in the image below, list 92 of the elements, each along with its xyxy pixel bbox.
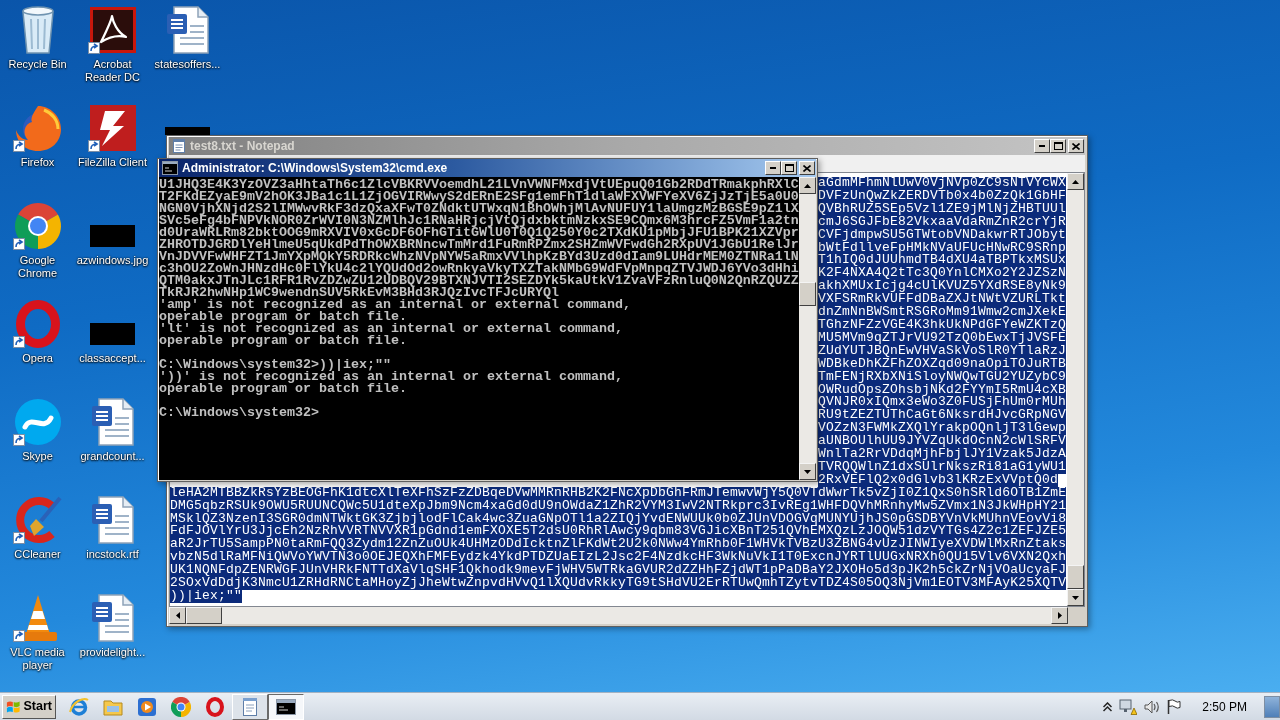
wheel-icon[interactable] — [171, 696, 191, 717]
show-desktop-button[interactable] — [1264, 695, 1280, 718]
console-line: operable program or batch file. — [159, 383, 407, 395]
left-arrow-icon — [175, 612, 180, 619]
start-button[interactable]: Start — [2, 694, 56, 719]
icon-label[interactable]: statesoffers... — [154, 58, 221, 71]
clock[interactable]: 2:50 PM — [1202, 697, 1247, 716]
icon-label[interactable]: Skype — [22, 450, 53, 463]
icon-label[interactable]: providelight... — [79, 646, 146, 659]
maximize-button[interactable] — [781, 161, 797, 175]
wheel-icon[interactable] — [13, 202, 62, 250]
console-line: TkRJR2hwNHp1WC9wendnSUV5RkEvM3BHd3RJQzIvcTFJcURYQl — [159, 287, 559, 299]
image-thumbnail[interactable] — [90, 323, 135, 345]
console-line: C:\Windows\system32> — [159, 407, 319, 419]
icon-label[interactable]: Opera — [22, 352, 53, 365]
icon-label[interactable]: FileZilla Client — [77, 156, 148, 169]
console-line: U1JHQ3E4K3YzOVZ3aHhtaTh6c1ZlcVBKRVVoemdhL21LVnVWNFMxdjVtUEpuQ01Gb2RDdTRmakphRXlC — [159, 179, 799, 191]
window-title: Administrator: C:\Windows\System32\cmd.exe — [182, 161, 448, 175]
scroll-up-button[interactable] — [799, 177, 816, 194]
ring-swoosh-icon[interactable] — [69, 696, 89, 717]
console-line: C:\Windows\system32>))|iex;"" — [159, 359, 391, 371]
image-thumbnail[interactable] — [165, 127, 210, 135]
icon-label[interactable]: grandcount... — [80, 450, 145, 463]
scroll-thumb[interactable] — [799, 282, 816, 306]
flag-icon[interactable] — [1167, 699, 1182, 714]
terminal-icon[interactable] — [276, 696, 296, 717]
up-arrow-icon — [804, 183, 811, 188]
icon-label[interactable]: azwindows.jpg — [76, 254, 149, 267]
icon-label[interactable]: Firefox — [20, 156, 55, 169]
up-arrow-icon — [1072, 179, 1079, 184]
console-line: 'amp' is not recognized as an internal or external command, — [159, 299, 631, 311]
console-line: VnJDVVFwWHFZT1JmYXpMQkY5RDRkcWhzNVpNYW5aRmxVVlhpKzBYd3Uzd0dIam9LUHdrMEM0ZTNRa1lN — [159, 251, 799, 263]
lightning-tile-icon[interactable] — [88, 104, 137, 152]
scroll-right-button[interactable] — [1051, 607, 1068, 624]
icon-label[interactable]: Recycle Bin — [8, 58, 67, 71]
close-button[interactable] — [1068, 139, 1084, 153]
close-icon — [803, 164, 811, 172]
icon-label[interactable]: Acrobat Reader DC — [75, 58, 150, 84]
scroll-down-button[interactable] — [799, 463, 816, 480]
window-title: test8.txt - Notepad — [190, 139, 295, 153]
scroll-thumb[interactable] — [186, 607, 222, 624]
console-line: c3hOU2ZoWnJHNzdHc0FlYkU4c2lYQUdOd2owRnkyaVkyTXZTakNMbG9WdFVpMnpqZTVJWDJ6YVo3dHhi — [159, 263, 799, 275]
scroll-up-button[interactable] — [1067, 173, 1084, 190]
scroll-left-button[interactable] — [169, 607, 186, 624]
console-line: QTM0akxJTnJLc1RFR1RvZDZwZU12UDBQV29BTXNJVTI2SEZDYk5kaUtkV1ZvaVFzRnluQ0N2QnRZQUZZ — [159, 275, 799, 287]
icon-label[interactable]: classaccept... — [79, 352, 146, 365]
console-line: SVc5eFg4bFNPVkNOR0ZrWVI0N3NZMlhJc1RNaHRjcjVtQjdxbktmNzkxSE9CQmx6M3hrcFZ5VmF1a2tn — [159, 215, 799, 227]
console-line: T2FKdEZyaE9mV2hOK3JBa1c1L1ZjOGVIRWwyS2dERnE2SFg1emFhT1dlaWFXVWFYeXV6ZjJzTjE5a0U0 — [159, 191, 799, 203]
minimize-icon — [770, 167, 776, 169]
taskbar-button[interactable] — [268, 693, 304, 720]
ring-icon[interactable] — [205, 696, 225, 717]
icon-label[interactable]: CCleaner — [14, 548, 61, 561]
icon-label[interactable]: Google Chrome — [0, 254, 75, 280]
vertical-scrollbar[interactable] — [1067, 173, 1084, 606]
console-icon — [162, 161, 178, 175]
console-line: 'lt' is not recognized as an internal or external command, — [159, 323, 623, 335]
maximize-button[interactable] — [1050, 139, 1066, 153]
minimize-button[interactable] — [765, 161, 781, 175]
image-thumbnail[interactable] — [90, 225, 135, 247]
maximize-icon — [1053, 142, 1063, 150]
minimize-icon — [1039, 145, 1045, 147]
minimize-button[interactable] — [1034, 139, 1050, 153]
icon-label[interactable]: VLC media player — [0, 646, 75, 672]
vertical-scrollbar[interactable] — [799, 177, 816, 480]
console-line: NGN0VjhXNjd2S2lIMWwvRkF3dzQxaXFwT0ZNdktUTWxqN1BhOWhjMlAvNUFUY1laUmgzMzBGSE9pZ1lX — [159, 203, 799, 215]
console-line: operable program or batch file. — [159, 335, 407, 347]
notepad-icon[interactable] — [240, 696, 260, 717]
play-icon[interactable] — [137, 696, 157, 717]
down-arrow-icon — [804, 469, 811, 474]
wave-circle-icon[interactable] — [13, 398, 62, 446]
right-arrow-icon — [1057, 612, 1062, 619]
ring-icon[interactable] — [13, 300, 62, 348]
console-line: ZHROTDJGRDlYeHlmeU5qUkdPdThOWXBRNncwTmMrd1FuRmRPZmx2SHZmWVFwdGh2RXpUV1JGbU1RelJr — [159, 239, 799, 251]
down-arrow-icon — [1072, 595, 1079, 600]
brush-arc-icon[interactable] — [13, 496, 62, 544]
network-icon[interactable] — [1119, 698, 1138, 715]
scroll-thumb[interactable] — [1067, 565, 1084, 589]
fox-globe-icon[interactable] — [13, 104, 62, 152]
chevron-up-icon[interactable] — [1103, 701, 1113, 712]
console-line: '))' is not recognized as an internal or external command, — [159, 371, 623, 383]
speaker-icon[interactable] — [1144, 699, 1161, 714]
horizontal-scrollbar[interactable] — [169, 607, 1068, 624]
close-button[interactable] — [799, 161, 815, 175]
console-line: d0UraWRLRm82bktOOG9mRXVIV0xGcDF6OFhGTitGWlU0T0Q1Q250Y0c2TXdKU1pMbjJFU1BPK21XZVpr — [159, 227, 799, 239]
flag-icon — [6, 698, 21, 715]
maximize-icon — [784, 164, 794, 172]
scroll-down-button[interactable] — [1067, 589, 1084, 606]
console-line: operable program or batch file. — [159, 311, 407, 323]
notepad-icon — [172, 139, 186, 153]
close-icon — [1072, 142, 1080, 150]
swoosh-tile-icon[interactable] — [88, 6, 137, 54]
icon-label[interactable]: incstock.rtf — [86, 548, 139, 561]
